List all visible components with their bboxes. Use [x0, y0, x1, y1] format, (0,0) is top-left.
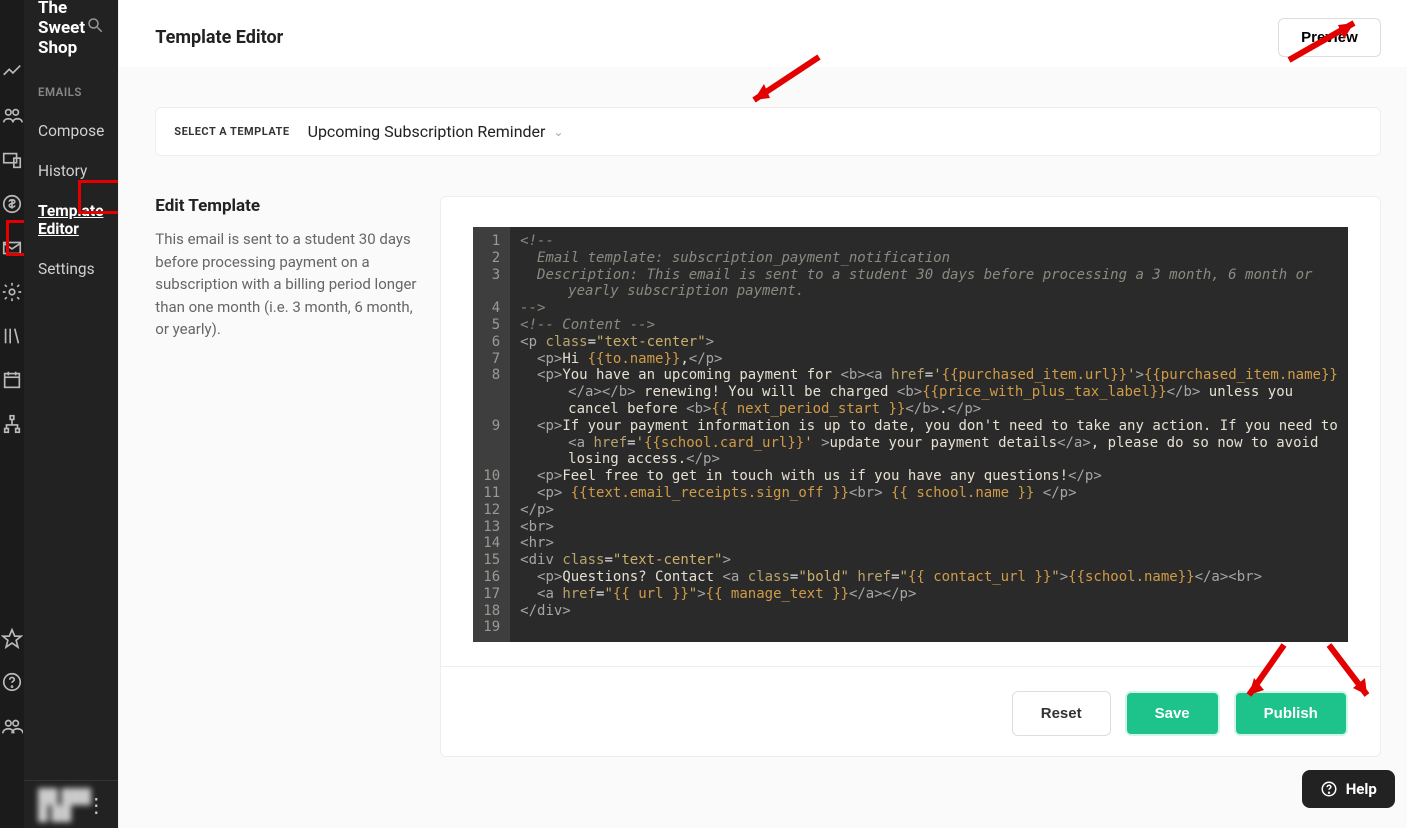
- sitemap-icon[interactable]: [0, 412, 24, 436]
- chevron-down-icon: ⌄: [553, 125, 563, 139]
- page-title: Template Editor: [155, 27, 283, 48]
- template-select-label: SELECT A TEMPLATE: [174, 125, 289, 138]
- edit-template-description: This email is sent to a student 30 days …: [155, 228, 420, 341]
- group-icon[interactable]: [0, 714, 24, 738]
- preview-button[interactable]: Preview: [1278, 18, 1381, 57]
- icon-rail: [0, 0, 24, 828]
- code-editor[interactable]: 123 45678 9 10111213141516171819 <!-- Em…: [473, 227, 1348, 642]
- sidebar: The Sweet Shop EMAILS Compose History Te…: [24, 0, 118, 828]
- template-select-text: Upcoming Subscription Reminder: [308, 122, 546, 141]
- analytics-icon[interactable]: [0, 60, 24, 84]
- help-icon[interactable]: [0, 670, 24, 694]
- edit-template-title: Edit Template: [155, 196, 420, 216]
- more-icon[interactable]: ⋮: [86, 793, 106, 817]
- people-icon[interactable]: [0, 104, 24, 128]
- editor-card: 123 45678 9 10111213141516171819 <!-- Em…: [440, 196, 1381, 757]
- sidebar-footer: ██ ███ █ ██ ⋮: [24, 780, 118, 828]
- library-icon[interactable]: [0, 324, 24, 348]
- gear-icon[interactable]: [0, 280, 24, 304]
- main: Template Editor Preview SELECT A TEMPLAT…: [118, 0, 1407, 828]
- action-row: Reset Save Publish: [441, 666, 1380, 736]
- money-icon[interactable]: [0, 192, 24, 216]
- edit-template-info: Edit Template This email is sent to a st…: [155, 196, 420, 341]
- publish-button[interactable]: Publish: [1234, 691, 1348, 736]
- star-icon[interactable]: [0, 626, 24, 650]
- sidebar-section-label: EMAILS: [24, 55, 118, 111]
- save-button[interactable]: Save: [1125, 691, 1220, 736]
- search-icon[interactable]: [86, 16, 104, 39]
- sidebar-item-compose[interactable]: Compose: [24, 111, 118, 151]
- calendar-icon[interactable]: [0, 368, 24, 392]
- site-name: The Sweet Shop: [38, 0, 86, 58]
- template-select-value[interactable]: Upcoming Subscription Reminder ⌄: [308, 122, 564, 141]
- code-content[interactable]: <!-- Email template: subscription_paymen…: [510, 227, 1348, 642]
- code-gutter: 123 45678 9 10111213141516171819: [473, 227, 510, 642]
- devices-icon[interactable]: [0, 148, 24, 172]
- template-select-bar: SELECT A TEMPLATE Upcoming Subscription …: [155, 107, 1381, 156]
- reset-button[interactable]: Reset: [1012, 691, 1111, 736]
- help-button[interactable]: Help: [1302, 770, 1395, 808]
- help-label: Help: [1346, 780, 1377, 798]
- sidebar-item-settings[interactable]: Settings: [24, 249, 118, 289]
